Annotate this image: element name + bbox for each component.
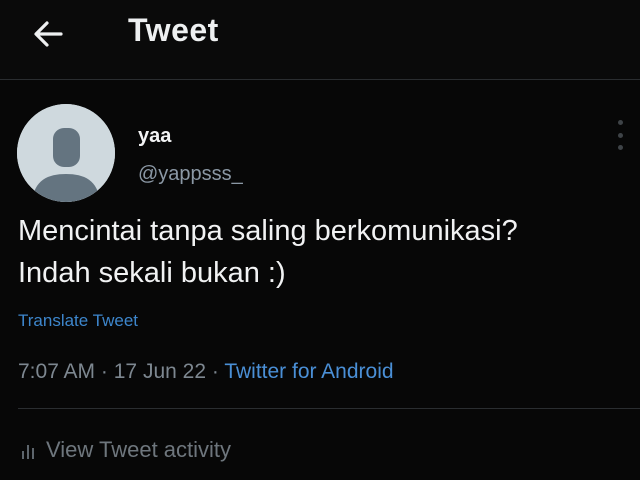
view-tweet-activity-button[interactable]: View Tweet activity <box>22 437 231 463</box>
view-tweet-activity-label: View Tweet activity <box>46 437 232 462</box>
divider <box>18 408 640 409</box>
more-dot <box>617 145 623 150</box>
more-options-button[interactable] <box>614 120 626 150</box>
avatar[interactable] <box>17 104 115 202</box>
tweet-metadata: 7:07 AM · 17 Jun 22 · Twitter for Androi… <box>18 360 394 384</box>
tweet-source-link[interactable]: Twitter for Android <box>224 360 393 383</box>
meta-separator: · <box>100 360 108 383</box>
back-button[interactable] <box>28 14 68 54</box>
arrow-left-icon <box>34 21 63 47</box>
tweet-date[interactable]: 17 Jun 22 <box>114 360 206 383</box>
tweet-text: Mencintai tanpa saling berkomunikasi? In… <box>18 210 628 294</box>
user-handle[interactable]: @yappsss_ <box>138 163 243 186</box>
tweet-text-line-1: Mencintai tanpa saling berkomunikasi? <box>18 215 518 247</box>
translate-tweet-link[interactable]: Translate Tweet <box>18 311 138 331</box>
more-dot <box>617 132 623 138</box>
display-name[interactable]: yaa <box>138 125 171 148</box>
page-title: Tweet <box>128 12 219 48</box>
tweet-time[interactable]: 7:07 AM <box>18 360 95 383</box>
default-avatar-icon <box>17 104 115 202</box>
tweet-text-line-2: Indah sekali bukan :) <box>18 257 286 289</box>
analytics-icon <box>22 441 34 459</box>
meta-separator: · <box>211 360 219 383</box>
top-app-bar: Tweet <box>0 0 640 80</box>
more-vertical-icon <box>617 120 623 125</box>
